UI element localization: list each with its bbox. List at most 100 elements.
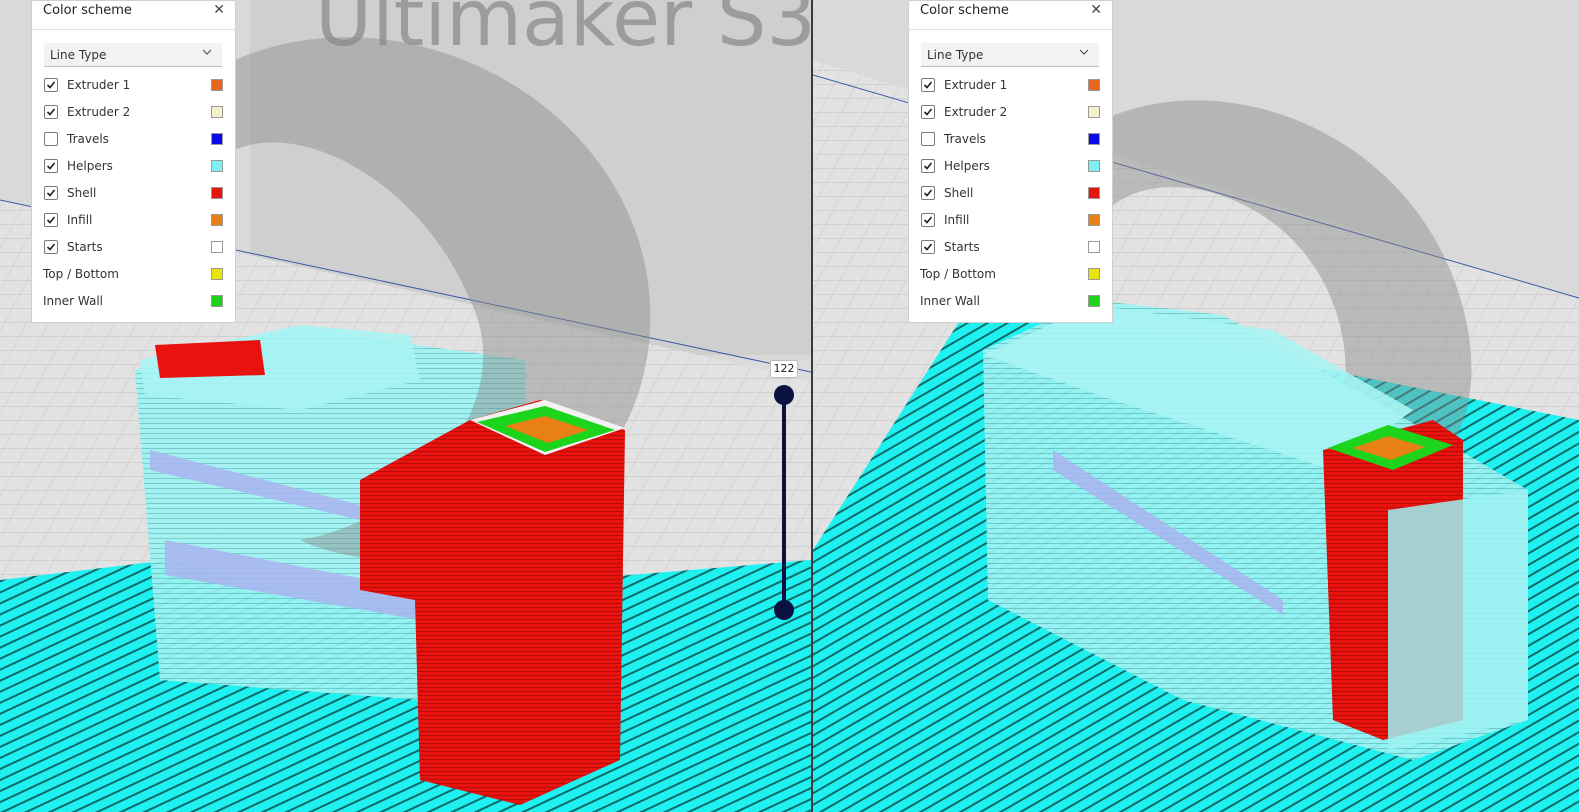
legend-row-shell[interactable]: Shell <box>909 183 1112 210</box>
color-swatch <box>1088 295 1100 307</box>
legend-label: Top / Bottom <box>920 267 996 281</box>
chevron-down-icon <box>202 49 212 55</box>
checkmark-icon <box>923 81 933 89</box>
color-swatch <box>211 106 223 118</box>
legend-row-travels[interactable]: Travels <box>909 129 1112 156</box>
checkmark-icon <box>923 243 933 251</box>
legend-row-infill[interactable]: Infill <box>32 210 235 237</box>
travels-checkbox[interactable] <box>44 132 58 146</box>
close-icon[interactable]: ✕ <box>1090 2 1102 18</box>
checkmark-icon <box>46 189 56 197</box>
checkmark-icon <box>923 216 933 224</box>
legend-row-extruder-2[interactable]: Extruder 2 <box>909 102 1112 129</box>
starts-checkbox[interactable] <box>921 240 935 254</box>
legend-row-inner-wall: Inner Wall <box>32 291 235 318</box>
dropdown-value: Line Type <box>927 48 984 62</box>
shell-checkbox[interactable] <box>44 186 58 200</box>
checkmark-icon <box>923 189 933 197</box>
color-swatch <box>211 133 223 145</box>
infill-checkbox[interactable] <box>921 213 935 227</box>
legend-label: Extruder 1 <box>944 78 1008 92</box>
legend-row-extruder-2[interactable]: Extruder 2 <box>32 102 235 129</box>
extruder-1-checkbox[interactable] <box>44 78 58 92</box>
legend-label: Infill <box>67 213 93 227</box>
color-swatch <box>1088 133 1100 145</box>
checkmark-icon <box>923 162 933 170</box>
color-swatch <box>211 295 223 307</box>
checkmark-icon <box>46 216 56 224</box>
checkmark-icon <box>46 162 56 170</box>
color-swatch <box>211 79 223 91</box>
legend-label: Inner Wall <box>920 294 980 308</box>
shell-checkbox[interactable] <box>921 186 935 200</box>
color-swatch <box>211 241 223 253</box>
legend-label: Travels <box>67 132 109 146</box>
legend-row-helpers[interactable]: Helpers <box>909 156 1112 183</box>
legend-row-starts[interactable]: Starts <box>909 237 1112 264</box>
legend-label: Top / Bottom <box>43 267 119 281</box>
color-swatch <box>1088 214 1100 226</box>
color-scheme-panel-left: Color scheme ✕ Line Type Extruder 1 Extru… <box>31 0 236 323</box>
color-scheme-dropdown[interactable]: Line Type <box>921 43 1099 67</box>
legend-row-top-bottom: Top / Bottom <box>32 264 235 291</box>
dropdown-value: Line Type <box>50 48 107 62</box>
checkmark-icon <box>46 81 56 89</box>
color-swatch <box>1088 160 1100 172</box>
chevron-down-icon <box>1079 49 1089 55</box>
legend-label: Extruder 2 <box>944 105 1008 119</box>
close-icon[interactable]: ✕ <box>213 2 225 18</box>
legend-row-extruder-1[interactable]: Extruder 1 <box>909 75 1112 102</box>
helpers-checkbox[interactable] <box>921 159 935 173</box>
legend-label: Shell <box>67 186 97 200</box>
shell-top-left <box>155 340 265 378</box>
legend-label: Travels <box>944 132 986 146</box>
legend-row-shell[interactable]: Shell <box>32 183 235 210</box>
legend-list: Extruder 1 Extruder 2 Travels Helpers Shell I… <box>32 75 235 318</box>
extruder-1-checkbox[interactable] <box>921 78 935 92</box>
legend-label: Starts <box>944 240 980 254</box>
color-swatch <box>1088 241 1100 253</box>
support-front-right <box>1388 490 1528 750</box>
layer-slider-top-handle[interactable] <box>774 385 794 405</box>
checkmark-icon <box>46 108 56 116</box>
helpers-checkbox[interactable] <box>44 159 58 173</box>
legend-label: Helpers <box>944 159 990 173</box>
legend-label: Extruder 1 <box>67 78 131 92</box>
layer-slider[interactable]: 122 <box>770 360 798 620</box>
legend-row-travels[interactable]: Travels <box>32 129 235 156</box>
color-scheme-dropdown[interactable]: Line Type <box>44 43 222 67</box>
checkmark-icon <box>923 108 933 116</box>
legend-row-helpers[interactable]: Helpers <box>32 156 235 183</box>
extruder-2-checkbox[interactable] <box>44 105 58 119</box>
legend-label: Extruder 2 <box>67 105 131 119</box>
legend-label: Starts <box>67 240 103 254</box>
color-swatch <box>1088 187 1100 199</box>
color-swatch <box>211 187 223 199</box>
legend-list: Extruder 1 Extruder 2 Travels Helpers Shell I… <box>909 75 1112 318</box>
color-swatch <box>1088 268 1100 280</box>
color-swatch <box>211 268 223 280</box>
layer-slider-track[interactable] <box>782 394 786 610</box>
panel-title: Color scheme <box>920 3 1009 18</box>
color-swatch <box>211 160 223 172</box>
legend-label: Infill <box>944 213 970 227</box>
legend-row-infill[interactable]: Infill <box>909 210 1112 237</box>
extruder-2-checkbox[interactable] <box>921 105 935 119</box>
layer-number-badge[interactable]: 122 <box>770 360 798 378</box>
infill-checkbox[interactable] <box>44 213 58 227</box>
layer-slider-bottom-handle[interactable] <box>774 600 794 620</box>
legend-row-starts[interactable]: Starts <box>32 237 235 264</box>
legend-row-extruder-1[interactable]: Extruder 1 <box>32 75 235 102</box>
color-scheme-panel-right: Color scheme ✕ Line Type Extruder 1 Extru… <box>908 0 1113 323</box>
travels-checkbox[interactable] <box>921 132 935 146</box>
color-swatch <box>1088 106 1100 118</box>
panel-header: Color scheme ✕ <box>909 1 1112 30</box>
legend-label: Shell <box>944 186 974 200</box>
color-swatch <box>1088 79 1100 91</box>
legend-row-top-bottom: Top / Bottom <box>909 264 1112 291</box>
legend-row-inner-wall: Inner Wall <box>909 291 1112 318</box>
starts-checkbox[interactable] <box>44 240 58 254</box>
panel-header: Color scheme ✕ <box>32 1 235 30</box>
panel-title: Color scheme <box>43 3 132 18</box>
color-swatch <box>211 214 223 226</box>
